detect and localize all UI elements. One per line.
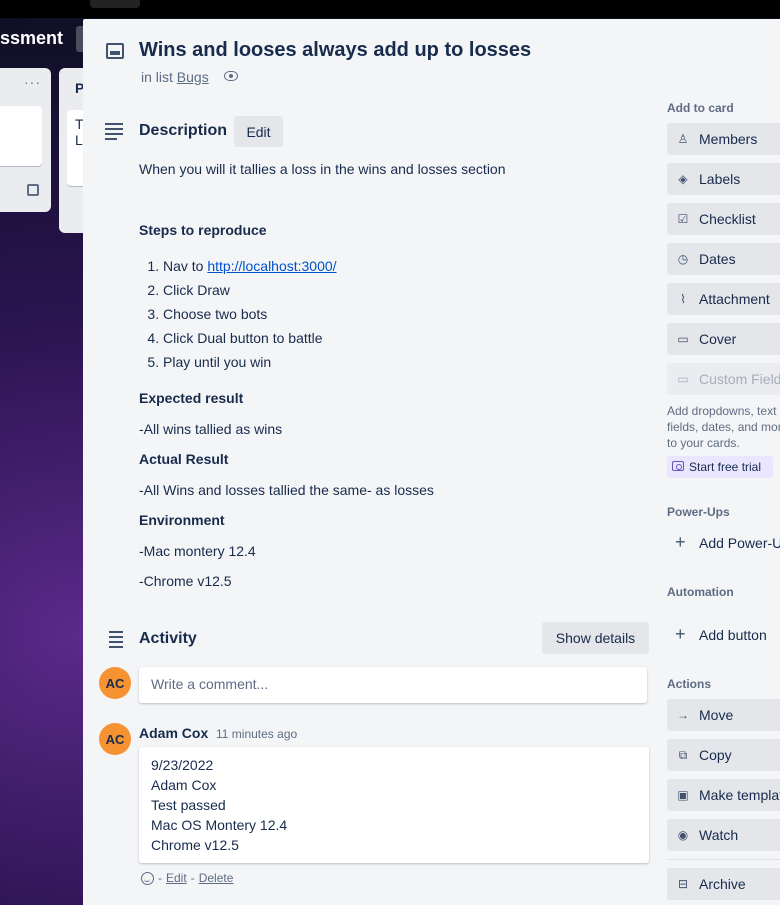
avatar[interactable]: AC — [99, 667, 131, 699]
card-title[interactable]: Wins and looses always add up to losses — [139, 39, 531, 62]
description-body: When you will it tallies a loss in the w… — [139, 159, 649, 591]
description-icon — [105, 123, 125, 143]
custom-fields-button[interactable]: ▭ Custom Fields — [667, 363, 780, 395]
card-list-info: in list Bugs — [141, 69, 209, 85]
list-link[interactable]: Bugs — [177, 69, 209, 85]
list-item: Play until you win — [163, 350, 649, 374]
list-item: Choose two bots — [163, 302, 649, 326]
actual-result: -All Wins and losses tallied the same- a… — [139, 482, 434, 498]
activity-icon — [105, 631, 125, 651]
description-heading: Description — [139, 122, 228, 139]
labels-button[interactable]: ◈ Labels — [667, 163, 780, 195]
localhost-link[interactable]: http://localhost:3000/ — [207, 258, 336, 274]
comment-body: 9/23/2022 Adam Cox Test passed Mac OS Mo… — [139, 747, 649, 863]
in-list-prefix: in list — [141, 69, 173, 85]
custom-fields-icon: ▭ — [677, 372, 689, 386]
list-item: Click Draw — [163, 278, 649, 302]
environment-os: -Mac montery 12.4 — [139, 543, 256, 559]
add-reaction-icon[interactable] — [141, 871, 154, 885]
checklist-button[interactable]: ☑ Checklist — [667, 203, 780, 235]
comment-line: Test passed — [151, 797, 226, 813]
header-tab — [90, 0, 140, 8]
comment-line: Mac OS Montery 12.4 — [151, 817, 288, 833]
cover-icon: ▭ — [677, 332, 689, 346]
add-power-ups-button[interactable]: +Add Power-Ups — [667, 527, 780, 559]
checklist-icon: ☑ — [677, 212, 689, 226]
arrow-right-icon: → — [677, 708, 689, 722]
custom-fields-note: Add dropdowns, text fields, dates, and m… — [667, 404, 780, 450]
automation-heading: Automation — [667, 585, 734, 599]
attachment-button[interactable]: ⌇ Attachment — [667, 283, 780, 315]
separator: - — [190, 871, 195, 885]
move-button[interactable]: → Move — [667, 699, 780, 731]
description-summary: When you will it tallies a loss in the w… — [139, 161, 506, 177]
edit-description-button[interactable]: Edit — [234, 116, 283, 147]
members-button[interactable]: ♙ Members — [667, 123, 780, 155]
eye-icon: ◉ — [677, 828, 689, 842]
expected-heading: Expected result — [139, 390, 244, 406]
avatar[interactable]: AC — [99, 723, 131, 755]
dates-button[interactable]: ◷ Dates — [667, 243, 780, 275]
paperclip-icon: ⌇ — [680, 292, 686, 306]
steps-heading: Steps to reproduce — [139, 222, 267, 238]
make-template-button[interactable]: ▣Make template — [667, 779, 780, 811]
archive-button[interactable]: ⊟ Archive — [667, 868, 780, 900]
comment-line: Chrome v12.5 — [151, 837, 239, 853]
plus-icon: + — [675, 532, 686, 552]
expected-result: -All wins tallied as wins — [139, 421, 283, 437]
list-item: Nav to http://localhost:3000/ — [163, 254, 649, 278]
list-menu-icon[interactable]: ··· — [24, 74, 41, 90]
comment-input[interactable]: Write a comment... — [139, 667, 647, 703]
tag-icon: ◈ — [678, 172, 688, 186]
actions-heading: Actions — [667, 677, 712, 691]
template-icon: ▣ — [677, 788, 689, 802]
start-free-trial-button[interactable]: Start free trial — [667, 456, 773, 478]
comment-actions: - Edit - Delete — [141, 871, 233, 885]
add-to-card-heading: Add to card — [667, 101, 734, 115]
activity-heading: Activity — [139, 630, 197, 647]
comment-line: Adam Cox — [151, 777, 217, 793]
card-template-icon[interactable] — [27, 184, 39, 196]
copy-icon: ⧉ — [678, 748, 688, 762]
watch-button[interactable]: ◉ Watch — [667, 819, 780, 851]
watching-eye-icon — [224, 71, 238, 81]
copy-button[interactable]: ⧉ Copy — [667, 739, 780, 771]
cover-button[interactable]: ▭ Cover — [667, 323, 780, 355]
steps-list: Nav to http://localhost:3000/ Click Draw… — [139, 254, 649, 374]
board-card[interactable] — [0, 106, 42, 166]
actual-heading: Actual Result — [139, 451, 229, 467]
archive-icon: ⊟ — [677, 877, 689, 891]
card-icon — [106, 43, 124, 59]
comment-line: 9/23/2022 — [151, 757, 214, 773]
show-details-button[interactable]: Show details — [542, 622, 649, 654]
camera-icon — [672, 461, 684, 471]
delete-comment-link[interactable]: Delete — [199, 871, 234, 885]
list-item: Click Dual button to battle — [163, 326, 649, 350]
edit-comment-link[interactable]: Edit — [166, 871, 187, 885]
divider — [667, 859, 780, 860]
board-list: ··· — [0, 68, 51, 212]
add-button-button[interactable]: + Add button — [667, 619, 780, 651]
environment-browser: -Chrome v12.5 — [139, 573, 232, 589]
power-ups-heading: Power-Ups — [667, 505, 730, 519]
separator: - — [158, 871, 162, 885]
comment-timestamp[interactable]: 11 minutes ago — [216, 727, 297, 741]
top-header-bar — [0, 0, 780, 18]
environment-heading: Environment — [139, 512, 225, 528]
board-title[interactable]: ssment — [0, 28, 63, 49]
card-detail-modal: Wins and looses always add up to losses … — [83, 19, 780, 905]
comment-author[interactable]: Adam Cox — [139, 725, 208, 741]
clock-icon: ◷ — [677, 252, 689, 266]
plus-icon: + — [675, 624, 686, 644]
person-icon: ♙ — [677, 132, 689, 146]
